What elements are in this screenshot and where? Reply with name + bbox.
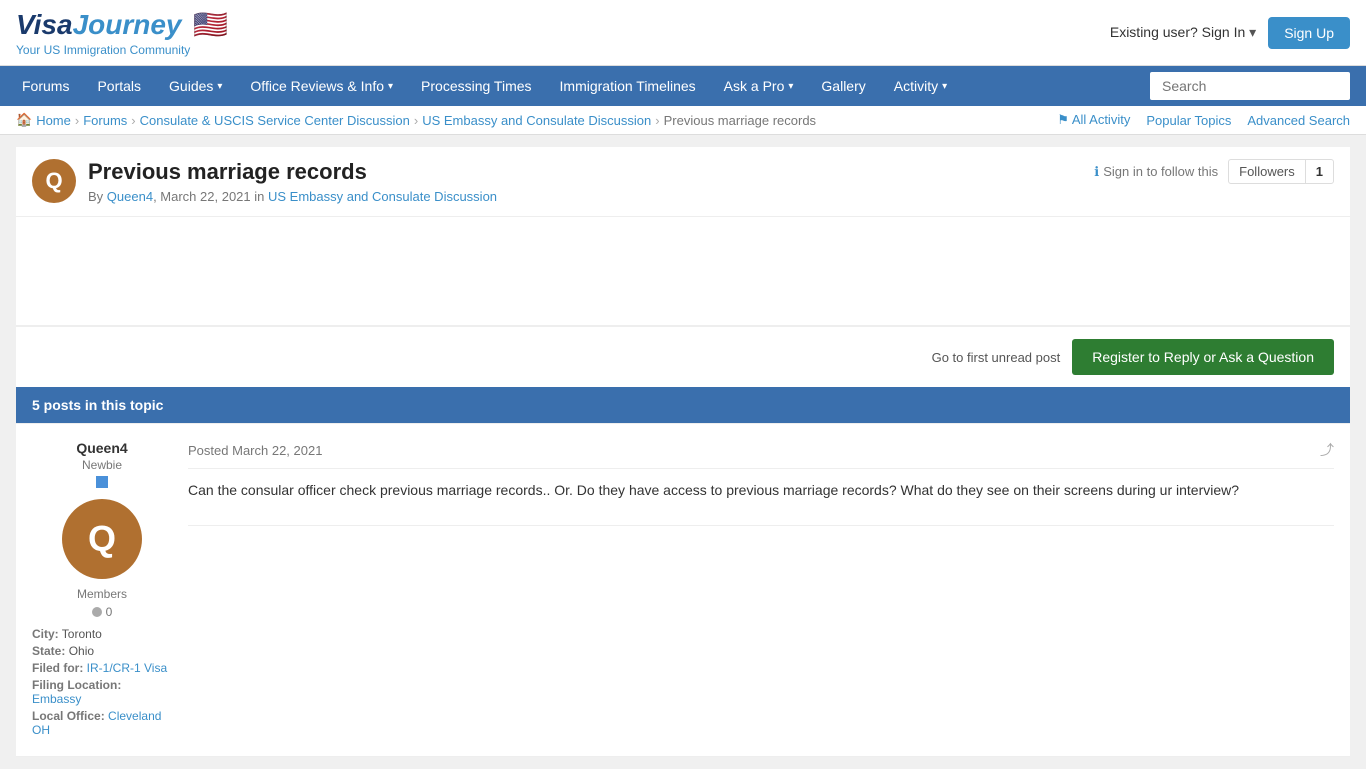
- nav-ask-a-pro[interactable]: Ask a Pro ▾: [710, 66, 808, 106]
- author-role: Members: [32, 587, 172, 601]
- breadcrumb-forums[interactable]: Forums: [83, 113, 127, 128]
- post-author-col: Queen4 Newbie Q Members 0 City: Toronto …: [32, 440, 172, 740]
- flag-small-icon: ⚑: [1057, 112, 1069, 127]
- info-icon: ℹ: [1094, 164, 1099, 180]
- post-date: Posted March 22, 2021: [188, 443, 322, 458]
- nav-activity[interactable]: Activity ▾: [880, 66, 961, 106]
- followers-label: Followers: [1229, 160, 1306, 183]
- topic-date: March 22, 2021: [160, 189, 250, 204]
- breadcrumb-consulate[interactable]: Consulate & USCIS Service Center Discuss…: [140, 113, 410, 128]
- existing-user-link[interactable]: Existing user? Sign In ▾: [1110, 24, 1256, 41]
- post-body: Can the consular officer check previous …: [188, 479, 1334, 501]
- topic-author-link[interactable]: Queen4: [107, 189, 153, 204]
- sign-in-follow[interactable]: ℹ Sign in to follow this: [1094, 164, 1218, 180]
- rep-dot-icon: [92, 607, 102, 617]
- office-reviews-chevron: ▾: [388, 81, 393, 92]
- posts-count-bar: 5 posts in this topic: [16, 387, 1350, 423]
- post-header: Posted March 22, 2021 ⤴: [188, 440, 1334, 469]
- popular-topics-link[interactable]: Popular Topics: [1146, 113, 1231, 128]
- logo-visa: Visa: [16, 9, 73, 40]
- secondary-right-links: ⚑ All Activity Popular Topics Advanced S…: [1057, 112, 1350, 128]
- author-name[interactable]: Queen4: [32, 440, 172, 456]
- avatar: Q: [62, 499, 142, 579]
- author-filing-link[interactable]: Embassy: [32, 692, 81, 706]
- register-reply-button[interactable]: Register to Reply or Ask a Question: [1072, 339, 1334, 375]
- author-city: City: Toronto: [32, 627, 172, 641]
- topic-forum-link[interactable]: US Embassy and Consulate Discussion: [268, 189, 497, 204]
- topic-author-avatar-small: Q: [32, 159, 76, 203]
- topic-info: Previous marriage records By Queen4, Mar…: [88, 159, 1082, 204]
- breadcrumb-us-embassy[interactable]: US Embassy and Consulate Discussion: [422, 113, 651, 128]
- ask-pro-chevron: ▾: [788, 81, 793, 92]
- go-first-unread-link[interactable]: Go to first unread post: [932, 350, 1061, 365]
- ad-space: [16, 216, 1350, 326]
- topic-title: Previous marriage records: [88, 159, 1082, 185]
- site-header: VisaJourney 🇺🇸 Your US Immigration Commu…: [0, 0, 1366, 66]
- logo-tagline: Your US Immigration Community: [16, 43, 228, 57]
- nav-guides[interactable]: Guides ▾: [155, 66, 236, 106]
- post-separator: [188, 525, 1334, 526]
- search-input[interactable]: [1150, 72, 1350, 100]
- author-state: State: Ohio: [32, 644, 172, 658]
- author-rank: Newbie: [32, 458, 172, 472]
- flag-icon: 🇺🇸: [193, 8, 228, 41]
- author-filing-location: Filing Location: Embassy: [32, 678, 172, 706]
- guides-chevron: ▾: [217, 81, 222, 92]
- author-local-office: Local Office: Cleveland OH: [32, 709, 172, 737]
- author-reputation: 0: [32, 605, 172, 619]
- topic-header: Q Previous marriage records By Queen4, M…: [16, 147, 1350, 216]
- home-icon: 🏠: [16, 112, 32, 128]
- nav-forums[interactable]: Forums: [8, 66, 83, 106]
- advanced-search-link[interactable]: Advanced Search: [1247, 113, 1350, 128]
- all-activity-link[interactable]: ⚑ All Activity: [1057, 112, 1130, 128]
- breadcrumb: 🏠 Home › Forums › Consulate & USCIS Serv…: [16, 112, 816, 128]
- nav-gallery[interactable]: Gallery: [807, 66, 879, 106]
- author-filed-for: Filed for: IR-1/CR-1 Visa: [32, 661, 172, 675]
- action-row: Go to first unread post Register to Repl…: [16, 326, 1350, 387]
- logo[interactable]: VisaJourney 🇺🇸 Your US Immigration Commu…: [16, 8, 228, 57]
- table-row: Queen4 Newbie Q Members 0 City: Toronto …: [16, 424, 1350, 757]
- logo-journey: Journey: [73, 9, 182, 40]
- main-nav: Forums Portals Guides ▾ Office Reviews &…: [0, 66, 1366, 106]
- nav-immigration-timelines[interactable]: Immigration Timelines: [546, 66, 710, 106]
- author-filed-link[interactable]: IR-1/CR-1 Visa: [87, 661, 167, 675]
- main-content: Q Previous marriage records By Queen4, M…: [0, 135, 1366, 769]
- post-container: Queen4 Newbie Q Members 0 City: Toronto …: [16, 423, 1350, 757]
- header-right: Existing user? Sign In ▾ Sign Up: [1110, 17, 1350, 49]
- signup-button[interactable]: Sign Up: [1268, 17, 1350, 49]
- breadcrumb-home[interactable]: Home: [36, 113, 71, 128]
- secondary-nav: 🏠 Home › Forums › Consulate & USCIS Serv…: [0, 106, 1366, 135]
- followers-count: 1: [1306, 160, 1333, 183]
- topic-meta: By Queen4, March 22, 2021 in US Embassy …: [88, 189, 1082, 204]
- share-icon[interactable]: ⤴: [1320, 440, 1334, 460]
- nav-office-reviews[interactable]: Office Reviews & Info ▾: [236, 66, 407, 106]
- rank-icon: [96, 476, 108, 488]
- topic-follow-area: ℹ Sign in to follow this Followers 1: [1094, 159, 1334, 184]
- author-rep-value: 0: [106, 605, 113, 619]
- activity-chevron: ▾: [942, 81, 947, 92]
- nav-portals[interactable]: Portals: [83, 66, 155, 106]
- breadcrumb-current: Previous marriage records: [664, 113, 816, 128]
- followers-badge: Followers 1: [1228, 159, 1334, 184]
- post-content-col: Posted March 22, 2021 ⤴ Can the consular…: [188, 440, 1334, 740]
- existing-user-text: Existing user? Sign In: [1110, 24, 1245, 40]
- nav-processing-times[interactable]: Processing Times: [407, 66, 545, 106]
